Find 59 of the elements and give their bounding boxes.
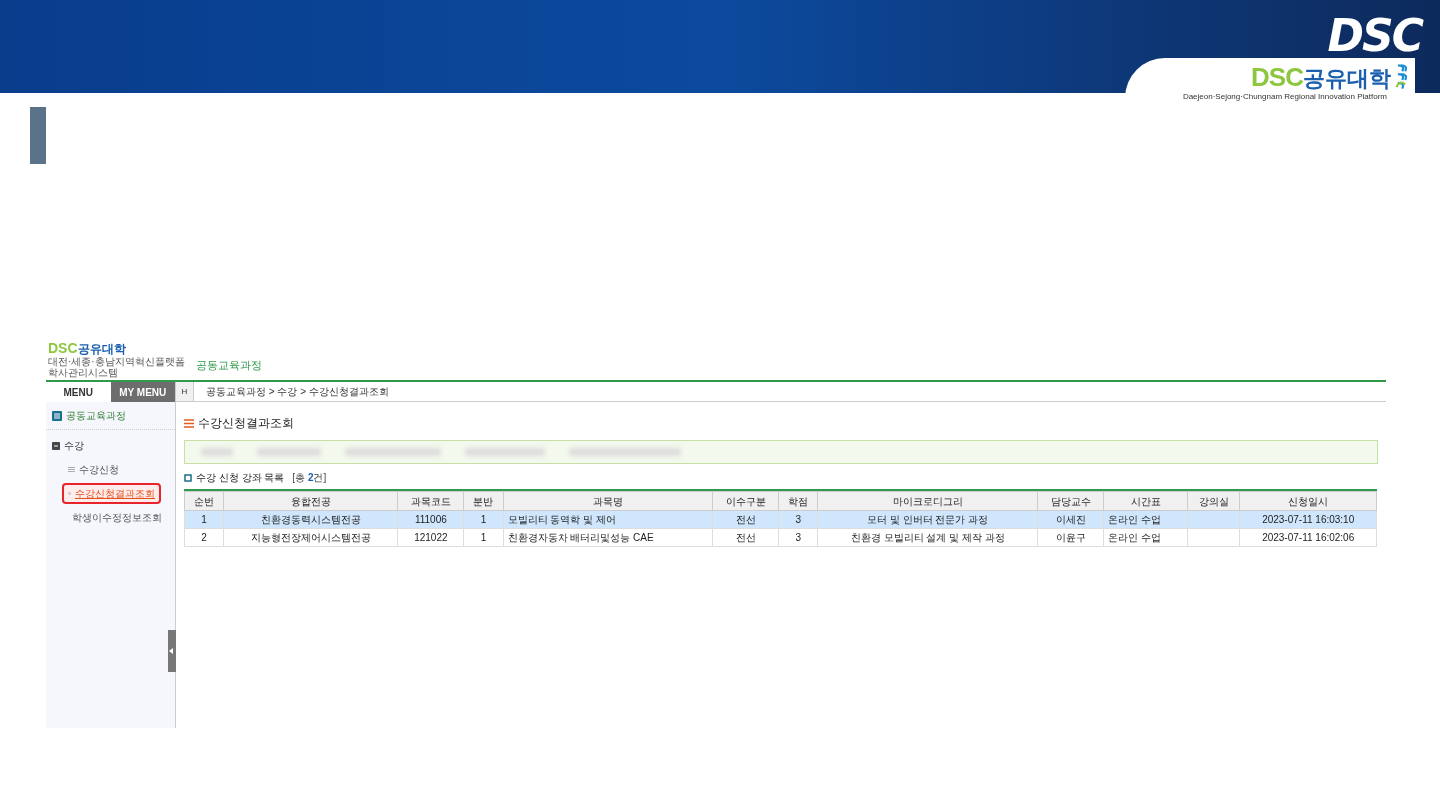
app-logo: DSC공유대학 — [48, 340, 126, 356]
table-cell: 전선 — [735, 532, 756, 543]
arrow-icon — [169, 648, 175, 654]
column-header[interactable]: 신청일시 — [1239, 491, 1377, 511]
table-cell: 친환경자동차 배터리및성능 CAE — [507, 532, 654, 543]
column-header[interactable]: 시간표 — [1103, 491, 1188, 511]
lines-icon — [68, 467, 75, 472]
table-cell: 121022 — [414, 532, 448, 543]
sidebar-item[interactable]: 학생이수정정보조회 — [62, 507, 161, 528]
table-cell: 모터 및 인버터 전문가 과정 — [867, 514, 989, 525]
menu-tab[interactable]: MY MENU — [110, 382, 175, 402]
square-icon — [184, 473, 192, 482]
breadcrumb: 공동교육과정 > 수강 > 수강신청결과조회 — [205, 385, 389, 399]
system-name: 대전·세종·충남지역혁신플랫폼 — [48, 355, 186, 367]
column-header[interactable]: 이수구분 — [712, 491, 779, 511]
column-header[interactable]: 학점 — [778, 491, 818, 511]
logo-tagline: Daejeon·Sejong·Chungnam Regional Innovation Platform — [1182, 92, 1388, 102]
list-count: [총 2건] — [292, 471, 327, 485]
list-title: 수강 신청 강좌 목록 — [196, 471, 285, 485]
column-header[interactable]: 과목코드 — [397, 491, 464, 511]
column-header[interactable]: 순번 — [184, 491, 224, 511]
header-title: 공동교육과정 — [196, 357, 262, 373]
table-cell: 1 — [201, 514, 207, 525]
table-cell: 친환경 모빌리티 설계 및 제작 과정 — [850, 532, 1005, 543]
menu-icon — [184, 418, 194, 428]
system-name: 학사관리시스템 — [48, 366, 118, 378]
page-title: 수강신청결과조회 — [198, 415, 294, 432]
column-header[interactable]: 담당교수 — [1037, 491, 1104, 511]
table-cell: 모빌리티 동역학 및 제어 — [507, 514, 616, 525]
table-cell: 이윤구 — [1055, 532, 1086, 543]
title-marker — [30, 107, 46, 164]
table-cell: 1 — [480, 532, 487, 543]
table-cell: 온라인 수업 — [1108, 514, 1162, 525]
sidebar-group[interactable]: 수강 — [64, 438, 84, 453]
banner-logo: DSC — [1327, 14, 1422, 58]
table-cell: 2023-07-11 16:03:10 — [1262, 514, 1355, 525]
collapse-handle[interactable] — [168, 630, 176, 672]
column-header[interactable]: 과목명 — [503, 491, 713, 511]
table-cell: 111006 — [414, 514, 447, 525]
sidebar-section[interactable]: 공동교육과정 — [66, 408, 126, 423]
home-button[interactable]: H — [176, 382, 194, 401]
column-header[interactable]: 융합전공 — [223, 491, 398, 511]
table-cell: 2 — [201, 532, 207, 543]
table-cell: 이세진 — [1055, 514, 1086, 525]
table-cell: 3 — [795, 514, 801, 525]
table-cell: 2023-07-11 16:02:06 — [1262, 532, 1355, 543]
list-icon — [52, 410, 62, 421]
menu-tab[interactable]: MENU — [46, 382, 111, 402]
table-cell: 친환경동력시스템전공 — [260, 514, 361, 525]
column-header[interactable]: 마이크로디그리 — [817, 491, 1038, 511]
column-header[interactable]: 분반 — [463, 491, 504, 511]
table-cell: 온라인 수업 — [1108, 532, 1162, 543]
table-cell: 전선 — [735, 514, 756, 525]
table-cell: 3 — [795, 532, 801, 543]
table-cell: 지능형전장제어시스템전공 — [250, 532, 371, 543]
slide-logo: DSC공유대학 — [1251, 63, 1391, 91]
column-header[interactable]: 강의실 — [1187, 491, 1240, 511]
table-cell: 1 — [480, 514, 487, 525]
sidebar-item[interactable]: 수강신청 — [62, 459, 161, 480]
